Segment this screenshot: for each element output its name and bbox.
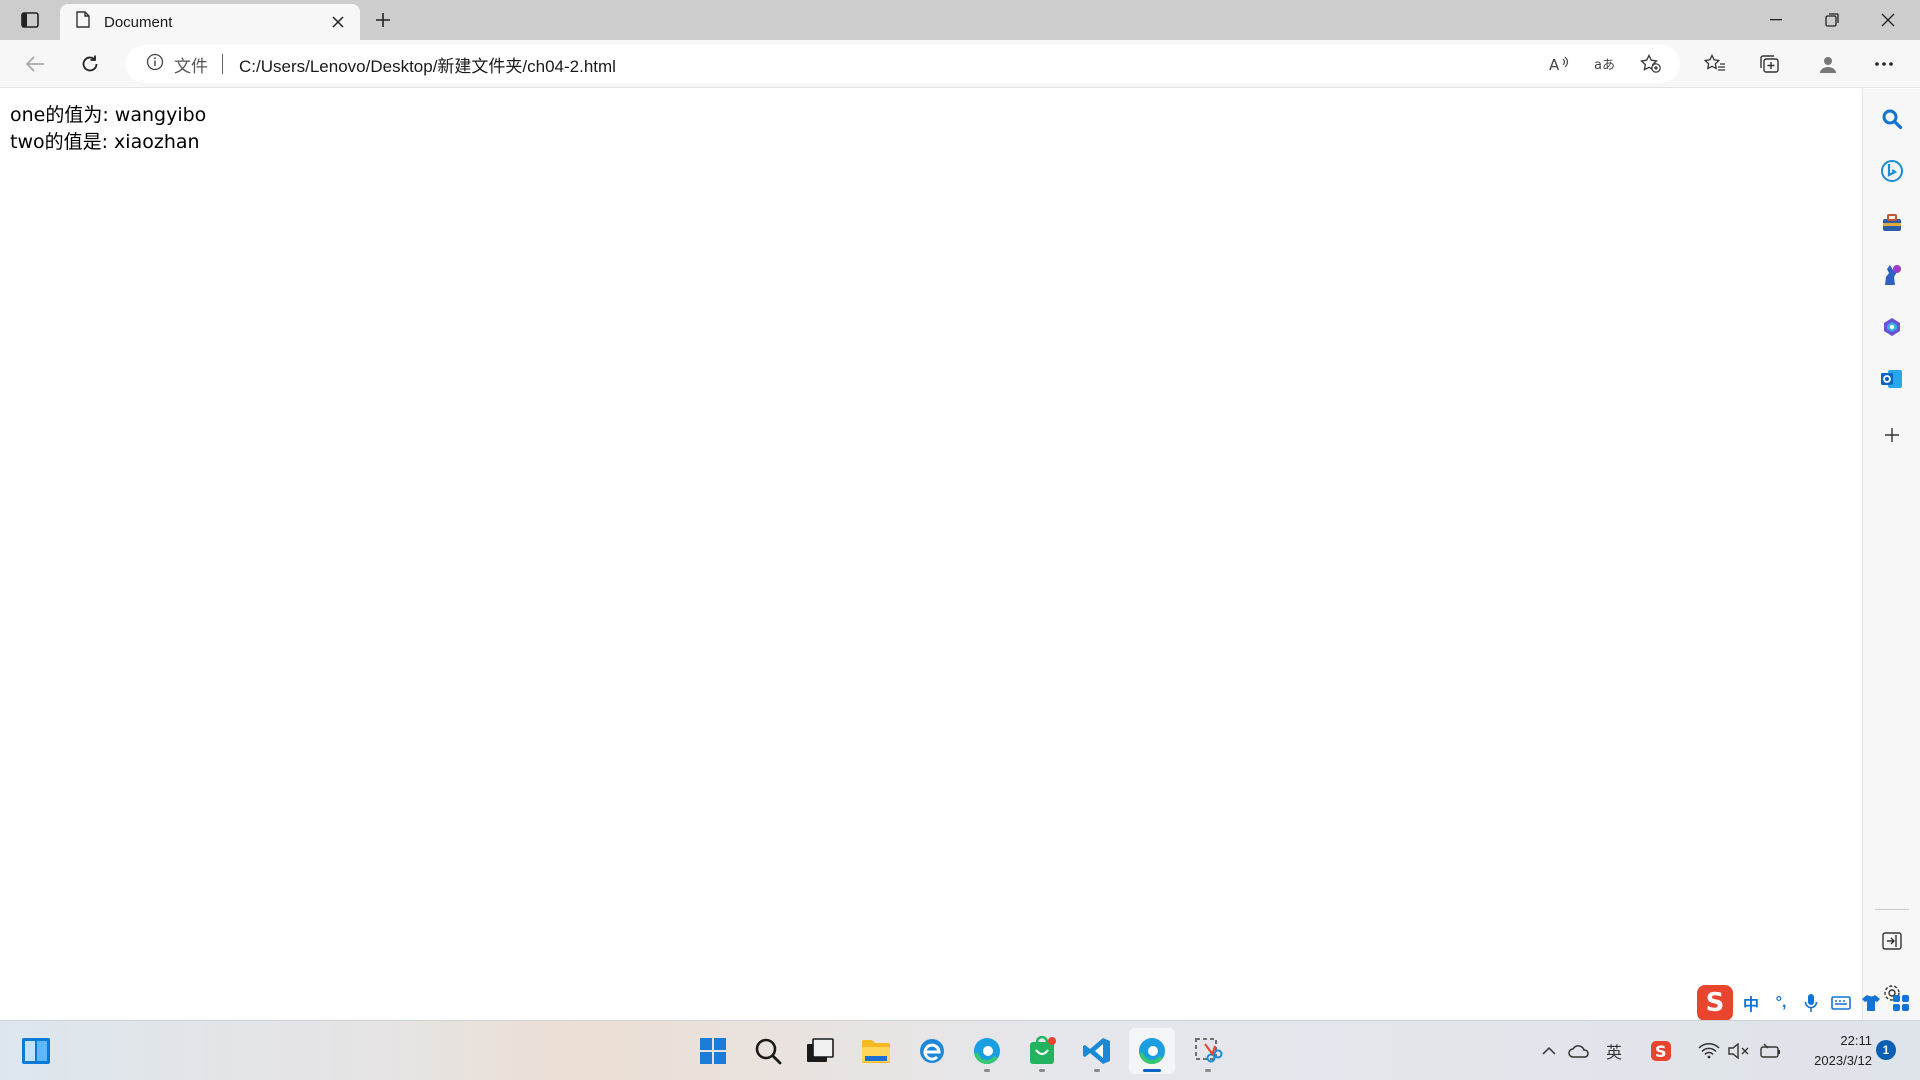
show-hidden-icons-chevron-icon[interactable]: [1535, 1037, 1563, 1065]
restore-button[interactable]: [1804, 0, 1860, 40]
start-windows-icon[interactable]: [690, 1028, 736, 1074]
address-bar[interactable]: 文件 C:/Users/Lenovo/Desktop/新建文件夹/ch04-2.…: [126, 45, 1680, 83]
page-icon: [76, 11, 90, 33]
ime-language-label[interactable]: 英: [1600, 1037, 1628, 1065]
add-favorite-icon[interactable]: [1632, 50, 1670, 78]
file-explorer-icon[interactable]: [853, 1028, 899, 1074]
notification-badge[interactable]: 1: [1876, 1040, 1896, 1060]
ime-toolbox-icon[interactable]: [1889, 991, 1913, 1015]
soft-keyboard-icon[interactable]: [1829, 991, 1853, 1015]
svg-text:A: A: [1549, 56, 1560, 73]
address-scheme-label: 文件: [174, 56, 208, 76]
edge-icon[interactable]: [964, 1028, 1010, 1074]
bing-chat-icon[interactable]: [1876, 155, 1908, 187]
output-line-two: two的值是: xiaozhan: [10, 131, 200, 153]
address-url[interactable]: C:/Users/Lenovo/Desktop/新建文件夹/ch04-2.htm…: [239, 52, 616, 77]
skin-shirt-icon[interactable]: [1859, 991, 1883, 1015]
edge-sidebar: [1862, 89, 1920, 1020]
refresh-button[interactable]: [73, 48, 107, 80]
ime-mode-label[interactable]: 中: [1739, 991, 1763, 1015]
tab-document[interactable]: Document: [60, 4, 360, 40]
search-taskbar-icon[interactable]: [745, 1028, 791, 1074]
hide-sidebar-icon[interactable]: [1876, 925, 1908, 957]
address-actions: A aあ: [1540, 50, 1670, 78]
onedrive-cloud-icon[interactable]: [1565, 1037, 1593, 1065]
volume-muted-icon[interactable]: [1725, 1037, 1753, 1065]
ie-edge-legacy-icon[interactable]: [909, 1028, 955, 1074]
taskbar: 英 S 22:11 2023/3/12 1: [0, 1020, 1920, 1080]
info-icon[interactable]: [146, 53, 164, 76]
profile-avatar[interactable]: [1808, 48, 1848, 80]
add-sidebar-app-icon[interactable]: [1876, 419, 1908, 451]
running-indicator: [1094, 1069, 1100, 1072]
collections-button[interactable]: [1750, 48, 1790, 80]
widgets-icon[interactable]: [13, 1028, 59, 1074]
back-button[interactable]: [18, 48, 52, 80]
address-separator: [222, 54, 223, 74]
favorites-button[interactable]: [1695, 48, 1735, 80]
games-icon[interactable]: [1876, 259, 1908, 291]
tab-actions-icon[interactable]: [14, 8, 46, 32]
new-tab-button[interactable]: [368, 6, 398, 34]
battery-plugged-icon[interactable]: [1756, 1037, 1784, 1065]
microsoft365-icon[interactable]: [1876, 311, 1908, 343]
clock-date: 2023/3/12: [1814, 1053, 1872, 1068]
close-tab-icon[interactable]: [326, 10, 350, 34]
running-indicator: [1205, 1069, 1211, 1072]
minimize-button[interactable]: [1748, 0, 1804, 40]
search-icon[interactable]: [1876, 103, 1908, 135]
wifi-icon[interactable]: [1695, 1037, 1723, 1065]
svg-text:S: S: [1655, 1042, 1667, 1061]
sidebar-divider: [1875, 909, 1909, 910]
microphone-icon[interactable]: [1799, 991, 1823, 1015]
outlook-icon[interactable]: [1876, 363, 1908, 395]
snipping-tool-icon[interactable]: [1185, 1028, 1231, 1074]
task-view-icon[interactable]: [797, 1028, 843, 1074]
more-menu-icon[interactable]: [1864, 48, 1904, 80]
vscode-icon[interactable]: [1074, 1028, 1120, 1074]
tab-bar: Document: [0, 0, 1920, 40]
sogou-logo-icon[interactable]: S: [1697, 985, 1733, 1021]
sogou-tray-icon[interactable]: S: [1647, 1037, 1675, 1065]
ime-punctuation-label[interactable]: °,: [1769, 991, 1793, 1015]
browser-toolbar: 文件 C:/Users/Lenovo/Desktop/新建文件夹/ch04-2.…: [0, 40, 1920, 88]
edge-active-icon[interactable]: [1129, 1028, 1175, 1074]
clock[interactable]: 22:11 2023/3/12: [1790, 1031, 1872, 1071]
running-indicator: [984, 1069, 990, 1072]
tab-title: Document: [104, 13, 173, 31]
close-window-button[interactable]: [1860, 0, 1916, 40]
tools-icon[interactable]: [1876, 207, 1908, 239]
page-content: one的值为: wangyibo two的值是: xiaozhan: [0, 89, 1862, 1020]
running-indicator: [1039, 1069, 1045, 1072]
clock-time: 22:11: [1840, 1033, 1872, 1048]
ime-toolbar: S 中 °,: [1697, 985, 1913, 1021]
translate-icon[interactable]: aあ: [1586, 50, 1624, 78]
active-indicator: [1143, 1069, 1161, 1072]
svg-text:aあ: aあ: [1594, 58, 1615, 73]
wechat-store-icon[interactable]: [1019, 1028, 1065, 1074]
read-aloud-icon[interactable]: A: [1540, 50, 1578, 78]
output-line-one: one的值为: wangyibo: [10, 104, 207, 126]
